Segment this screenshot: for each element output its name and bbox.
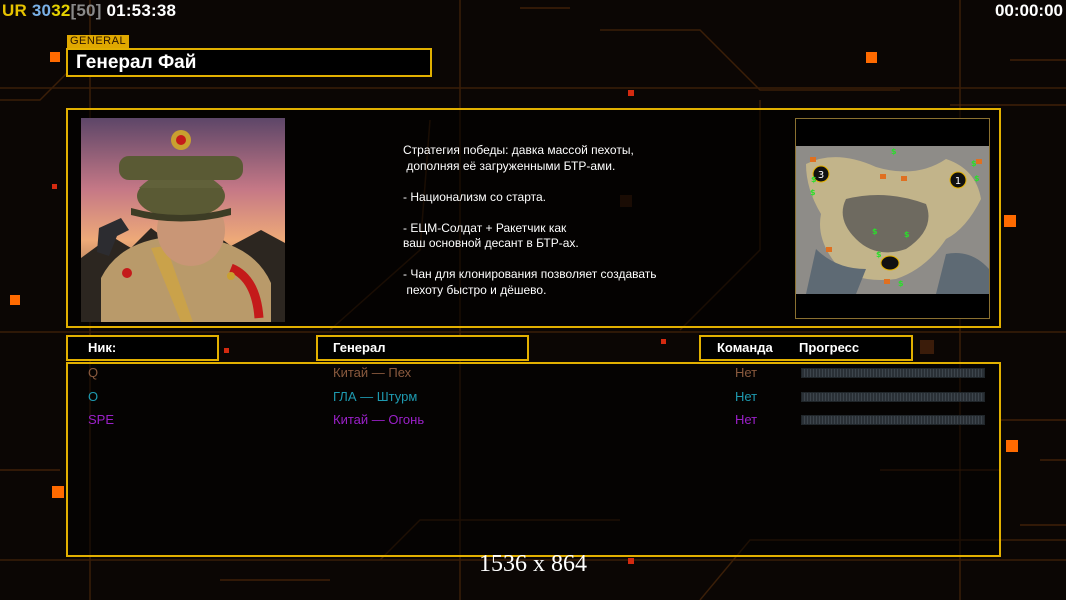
fps-cap: [50]: [70, 1, 102, 20]
column-header-team: Команда: [717, 340, 773, 355]
game-timer: 00:00:00: [994, 1, 1063, 20]
player-team: Нет: [735, 389, 758, 404]
general-portrait-image: [81, 118, 285, 322]
player-general: Китай — Пех: [333, 365, 412, 380]
column-header-nick: Ник:: [66, 335, 219, 361]
general-tag: GENERAL: [67, 35, 130, 48]
strategy-text: Стратегия победы: давка массой пехоты, д…: [403, 143, 763, 298]
svg-text:$: $: [811, 175, 817, 184]
strategy-line: Стратегия победы: давка массой пехоты,: [403, 143, 634, 157]
fps-counter: UR 3032[50] 01:53:38: [2, 1, 176, 21]
player-progress-bar: [801, 392, 985, 402]
svg-text:$: $: [891, 147, 897, 156]
start-position-3: 3: [818, 170, 824, 181]
general-portrait: [81, 118, 285, 322]
map-preview: 3 1 $ $ $ $ $ $ $ $ $: [795, 118, 990, 319]
player-nick: Q: [88, 365, 99, 380]
svg-text:$: $: [872, 227, 878, 236]
fps-average: 32: [51, 1, 71, 20]
svg-text:$: $: [810, 188, 816, 197]
column-header-team-progress: Команда Прогресс: [699, 335, 913, 361]
strategy-line: дополняя её загруженными БТР-ами.: [403, 158, 616, 173]
player-row: Q Китай — Пех Нет: [68, 364, 999, 386]
column-header-general: Генерал: [316, 335, 529, 361]
player-progress-bar: [801, 415, 985, 425]
fps-current: 30: [31, 1, 52, 20]
map-preview-image: 3 1 $ $ $ $ $ $ $ $ $: [796, 119, 989, 318]
strategy-line: - Чан для клонирования позволяет создава…: [403, 267, 657, 281]
column-header-progress: Прогресс: [799, 340, 860, 355]
player-row: SPE Китай — Огонь Нет: [68, 411, 999, 433]
resolution-overlay: 1536 x 864: [479, 551, 587, 577]
svg-text:$: $: [904, 230, 910, 239]
svg-text:$: $: [971, 159, 977, 168]
player-team: Нет: [735, 365, 758, 380]
general-name: Генерал Фай: [66, 48, 432, 77]
svg-text:$: $: [876, 250, 882, 259]
general-info-panel: Стратегия победы: давка массой пехоты, д…: [66, 108, 1001, 328]
strategy-line: ваш основной десант в БТР-ах.: [403, 236, 579, 250]
players-list: Q Китай — Пех Нет O ГЛА — Штурм Нет SPE …: [66, 362, 1001, 557]
player-nick: O: [88, 389, 99, 404]
top-hud: UR 3032[50] 01:53:38 00:00:00: [0, 0, 1066, 22]
strategy-line: - ЕЦМ-Солдат + Ракетчик как: [403, 220, 567, 235]
start-position-1: 1: [955, 176, 961, 187]
player-general: ГЛА — Штурм: [333, 389, 418, 404]
system-clock: 01:53:38: [106, 1, 177, 20]
svg-text:$: $: [974, 174, 980, 183]
ur-label: UR: [2, 1, 27, 20]
svg-text:$: $: [898, 279, 904, 288]
strategy-line: пехоту быстро и дёшево.: [403, 282, 547, 297]
player-team: Нет: [735, 412, 758, 427]
player-nick: SPE: [88, 412, 115, 427]
player-general: Китай — Огонь: [333, 412, 425, 427]
strategy-line: - Национализм со старта.: [403, 189, 546, 204]
player-progress-bar: [801, 368, 985, 378]
player-row: O ГЛА — Штурм Нет: [68, 388, 999, 410]
